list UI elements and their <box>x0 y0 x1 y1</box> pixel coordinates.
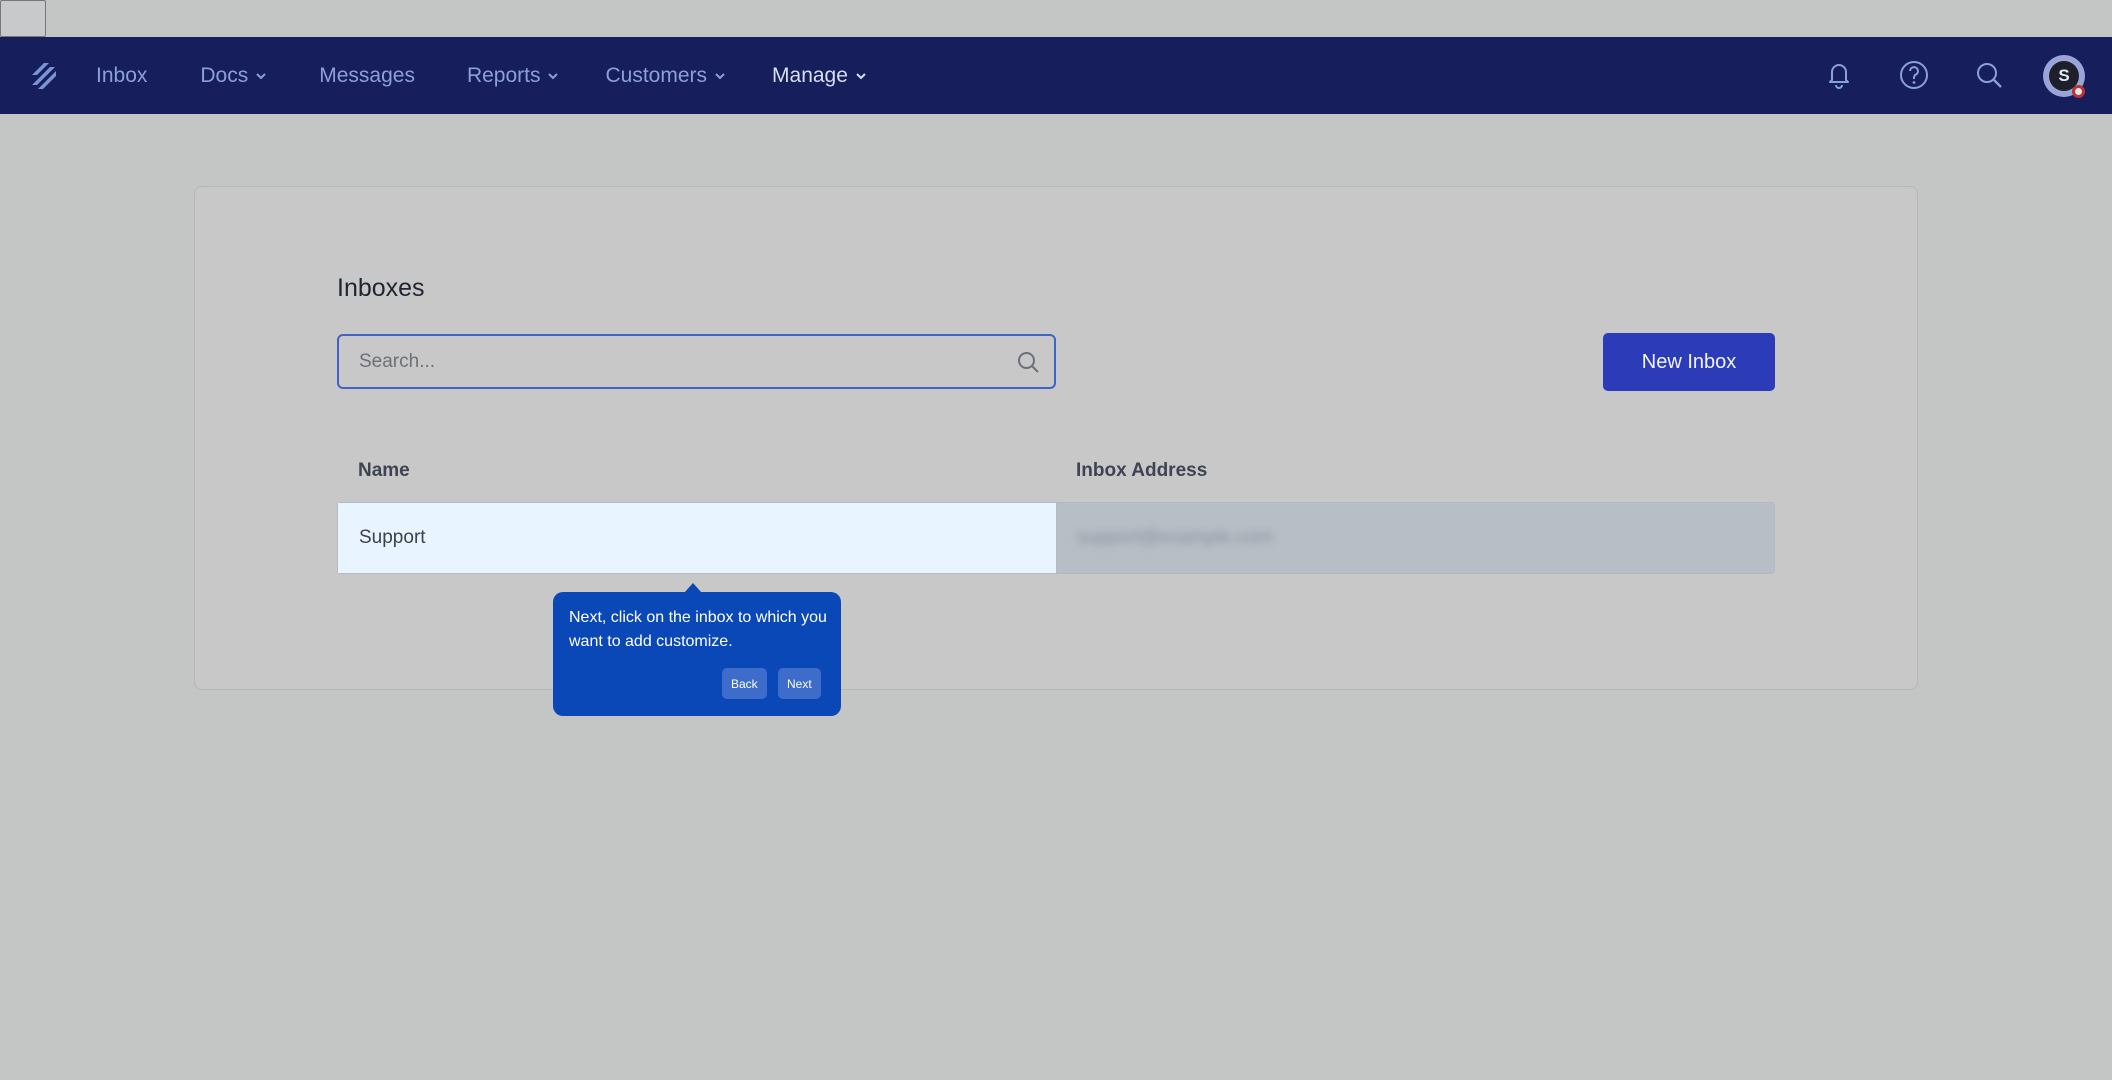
search-icon[interactable] <box>1016 350 1040 374</box>
nav-label: Reports <box>466 63 541 87</box>
help-icon[interactable] <box>1899 60 1929 90</box>
column-header-name[interactable]: Name <box>358 460 410 482</box>
nav-label: Messages <box>319 63 415 87</box>
browser-strip <box>0 0 2112 37</box>
highlighted-cell[interactable]: Support <box>338 503 1057 573</box>
nav-item-docs[interactable]: Docs <box>200 64 267 88</box>
inbox-name: Support <box>359 527 426 548</box>
nav-label: Customers <box>605 63 708 87</box>
nav-label: Docs <box>200 63 249 87</box>
nav-item-messages[interactable]: Messages <box>319 64 415 88</box>
search-input[interactable] <box>359 336 999 387</box>
nav-label: Manage <box>772 63 848 87</box>
page-title: Inboxes <box>337 274 425 302</box>
logo-icon[interactable] <box>28 59 62 93</box>
tooltip-text: Next, click on the inbox to which you wa… <box>569 609 827 650</box>
inbox-address: support@example.com <box>1077 527 1273 548</box>
nav-item-manage[interactable]: Manage <box>772 64 867 88</box>
nav-item-reports[interactable]: Reports <box>467 64 560 88</box>
nav-item-customers[interactable]: Customers <box>605 64 726 88</box>
nav-label: Inbox <box>96 63 148 87</box>
search-box <box>337 334 1056 389</box>
nav-item-inbox[interactable]: Inbox <box>96 64 147 88</box>
status-indicator <box>2072 85 2085 98</box>
tour-tooltip: Next, click on the inbox to which you wa… <box>553 592 841 716</box>
blank-button[interactable] <box>0 0 46 37</box>
chevron-down-icon <box>256 72 266 79</box>
bell-icon[interactable] <box>1824 59 1854 89</box>
main-nav: Inbox Docs Messages Reports Customers Ma… <box>96 37 867 114</box>
next-button[interactable]: Next <box>778 668 821 699</box>
chevron-down-icon <box>856 72 866 79</box>
search-icon[interactable] <box>1974 60 2004 90</box>
chevron-down-icon <box>715 72 725 79</box>
new-inbox-button[interactable]: New Inbox <box>1603 333 1775 391</box>
chevron-down-icon <box>548 72 559 79</box>
table-row[interactable]: Support support@example.com <box>337 502 1775 574</box>
back-button[interactable]: Back <box>722 668 767 699</box>
inboxes-card <box>194 186 1918 690</box>
column-header-inbox-address[interactable]: Inbox Address <box>1076 460 1207 482</box>
top-navbar: Inbox Docs Messages Reports Customers Ma… <box>0 37 2112 114</box>
